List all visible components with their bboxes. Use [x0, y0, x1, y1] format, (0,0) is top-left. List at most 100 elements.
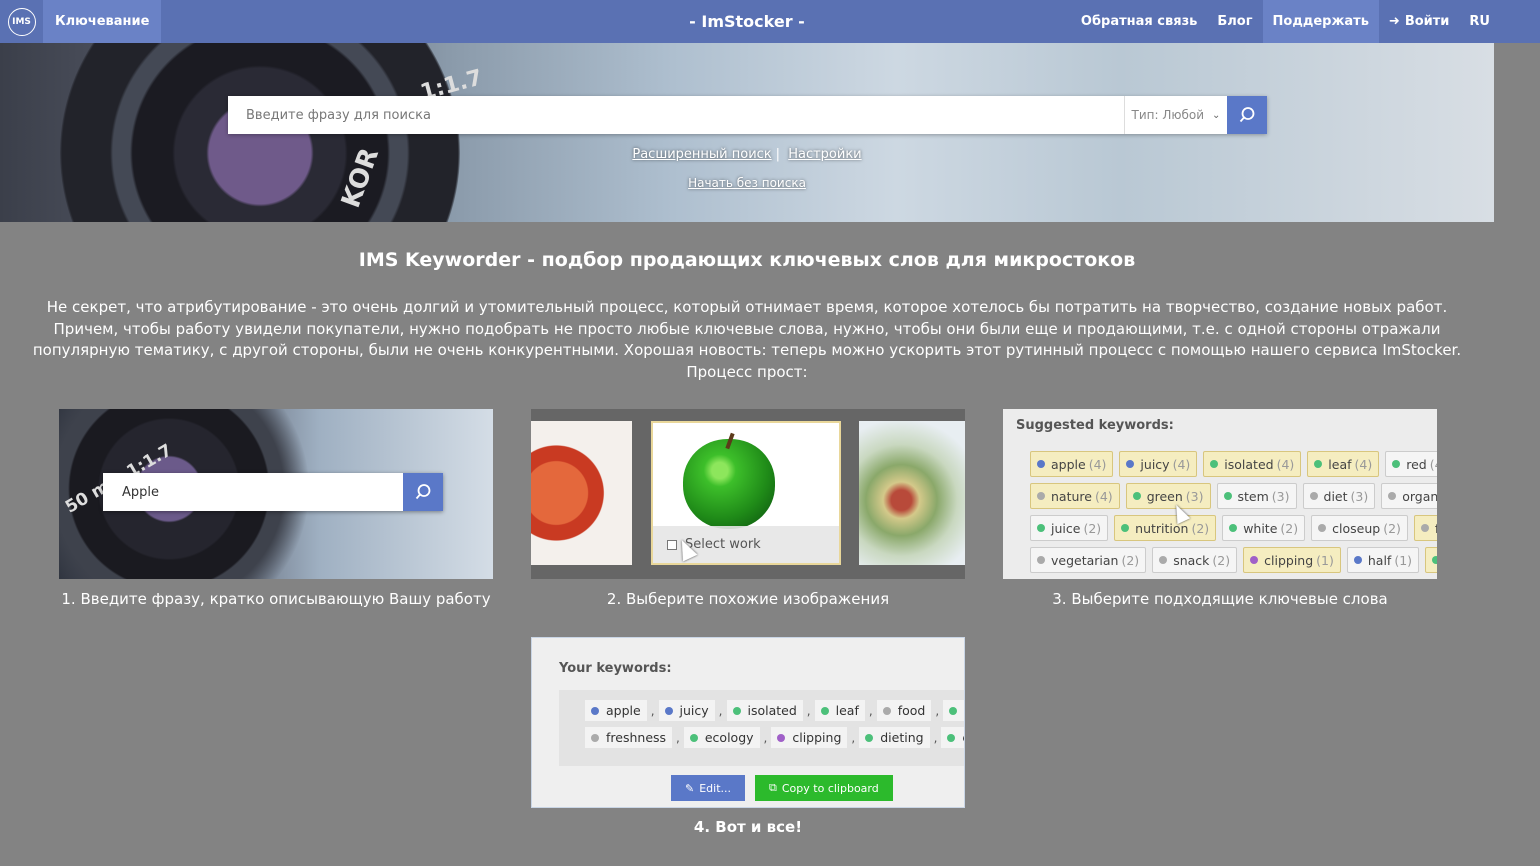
keyword-count: (1)	[1316, 552, 1334, 568]
keyword-count: (3)	[1185, 488, 1204, 504]
nav-links: Обратная связь Блог Поддержать ➜ Войти R…	[1071, 0, 1500, 43]
keyword-word: juicy	[1140, 456, 1170, 472]
your-keyword-tag: apple	[585, 700, 647, 721]
keyword-dot-icon	[1388, 492, 1397, 500]
keyword-dot-icon	[820, 706, 829, 715]
suggested-keyword-tag: white (2)	[1222, 515, 1306, 541]
keyword-word: dieting	[880, 730, 924, 745]
suggested-keyword-tag: apple (4)	[1030, 451, 1114, 477]
step3-caption: 3. Выберите подходящие ключевые слова	[1052, 590, 1388, 608]
keyword-separator: ,	[718, 703, 723, 718]
keyword-word: juicy	[679, 703, 709, 718]
keyword-word: leaf	[835, 703, 859, 718]
apple-tree-image	[859, 421, 965, 565]
suggested-keywords-title: Suggested keywords:	[1016, 418, 1174, 433]
edit-button: ✎ Edit...	[671, 775, 746, 801]
keyword-count: (2)	[1191, 520, 1210, 536]
keyword-word: stem	[1237, 488, 1269, 504]
keyword-separator: ,	[851, 730, 856, 745]
edit-button-label: Edit...	[699, 781, 732, 795]
keyword-word: closeup	[1332, 520, 1381, 536]
suggested-keyword-tag: stem (3)	[1216, 483, 1297, 509]
nav-link-login[interactable]: ➜ Войти	[1379, 0, 1460, 43]
keyword-word: food	[897, 703, 926, 718]
demo-search-button	[403, 473, 443, 511]
suggested-keyword-tag: co	[1425, 547, 1437, 573]
your-keyword-tag: leaf	[814, 700, 865, 721]
pencil-icon: ✎	[685, 781, 695, 795]
suggested-keyword-tag: half (1)	[1346, 547, 1420, 573]
keyword-word: apple	[606, 703, 641, 718]
keyword-word: isolated	[747, 703, 797, 718]
keyword-dot-icon	[1420, 524, 1429, 532]
keyword-dot-icon	[1126, 460, 1135, 468]
keyword-dot-icon	[865, 733, 874, 742]
nav-link-blog[interactable]: Блог	[1207, 0, 1262, 43]
keyword-word: vegetarian	[1051, 552, 1119, 568]
keyword-separator: ,	[676, 730, 680, 745]
keyword-word: clipping	[792, 730, 842, 745]
keyword-count: (4)	[1276, 456, 1295, 472]
suggested-keyword-tag: fre	[1413, 515, 1437, 541]
link-separator: |	[775, 147, 781, 162]
keyword-count: (2)	[1280, 520, 1299, 536]
select-work-label: Select work	[685, 537, 761, 552]
keyword-count: (3)	[1350, 488, 1369, 504]
keyword-word: nutrition	[1135, 520, 1189, 536]
search-bar: Тип: Любой ⌄	[228, 96, 1267, 134]
search-icon	[415, 484, 431, 500]
keyword-dot-icon	[949, 706, 958, 715]
keyword-word: color	[962, 730, 964, 745]
step1-caption: 1. Введите фразу, кратко описывающую Ваш…	[61, 590, 491, 608]
keyword-count: (2)	[1121, 552, 1140, 568]
right-strip	[1494, 43, 1540, 222]
keyword-separator: ,	[935, 703, 940, 718]
keyword-word: isolated	[1224, 456, 1274, 472]
keyword-dot-icon	[1229, 524, 1238, 532]
logo[interactable]: IMS	[0, 0, 43, 43]
keyword-word: nature	[1051, 488, 1092, 504]
keyword-count: (2)	[1212, 552, 1231, 568]
keyword-dot-icon	[591, 706, 599, 715]
top-navbar: IMS Ключевание - ImStocker - Обратная св…	[0, 0, 1540, 43]
keyword-word: clipping	[1264, 552, 1314, 568]
start-without-search-link[interactable]: Начать без поиска	[688, 176, 806, 190]
your-keyword-tag: food	[876, 700, 932, 721]
nav-link-language[interactable]: RU	[1459, 0, 1500, 43]
nav-link-support[interactable]: Поддержать	[1262, 0, 1379, 43]
keyword-dot-icon	[882, 706, 891, 715]
keyword-dot-icon	[1159, 556, 1168, 564]
settings-link[interactable]: Настройки	[788, 147, 861, 162]
suggested-row: juice(2)nutrition(2)white(2)closeup(2)fr…	[1030, 515, 1437, 547]
hero-links: Расширенный поиск | Настройки	[0, 147, 1494, 162]
keyword-dot-icon	[947, 733, 956, 742]
suggested-keyword-tag: diet (3)	[1302, 483, 1376, 509]
copy-to-clipboard-button: ⧉ Copy to clipboard	[755, 775, 893, 801]
suggested-keyword-tag: vegetarian (2)	[1030, 547, 1147, 573]
keyword-dot-icon	[1037, 556, 1045, 564]
keyword-word: organic	[1402, 488, 1437, 504]
keyword-dot-icon	[1392, 460, 1401, 468]
your-keyword-tag: green	[943, 700, 964, 721]
suggested-keyword-tag: snack (2)	[1152, 547, 1238, 573]
keyword-dot-icon	[664, 706, 673, 715]
nav-link-feedback[interactable]: Обратная связь	[1071, 0, 1207, 43]
search-button[interactable]	[1227, 96, 1267, 134]
keyword-dot-icon	[1318, 524, 1327, 532]
keyword-count: (1)	[1394, 552, 1413, 568]
nav-item-keywording[interactable]: Ключевание	[43, 0, 162, 43]
step1-image: 50 mm 1:1.7 Apple	[59, 409, 493, 579]
suggested-keyword-tag: juicy (4)	[1119, 451, 1198, 477]
your-keywords-list: apple, juicy, isolated, leaf, food, green fres…	[559, 690, 964, 766]
search-input[interactable]	[228, 96, 1124, 134]
suggested-keyword-tag: juice (2)	[1030, 515, 1109, 541]
login-icon: ➜	[1388, 14, 1400, 29]
keyword-dot-icon	[689, 733, 698, 742]
suggested-keyword-tag: nutrition (2)	[1114, 515, 1217, 541]
nav-link-login-label: Войти	[1404, 14, 1450, 29]
advanced-search-link[interactable]: Расширенный поиск	[632, 147, 771, 162]
suggested-keywords-list: apple(4)juicy(4)isolated(4)leaf(4)red(4)…	[1030, 451, 1437, 579]
copy-button-label: Copy to clipboard	[781, 781, 879, 795]
your-keyword-tag: color	[941, 727, 964, 748]
type-select[interactable]: Тип: Любой ⌄	[1124, 96, 1227, 134]
